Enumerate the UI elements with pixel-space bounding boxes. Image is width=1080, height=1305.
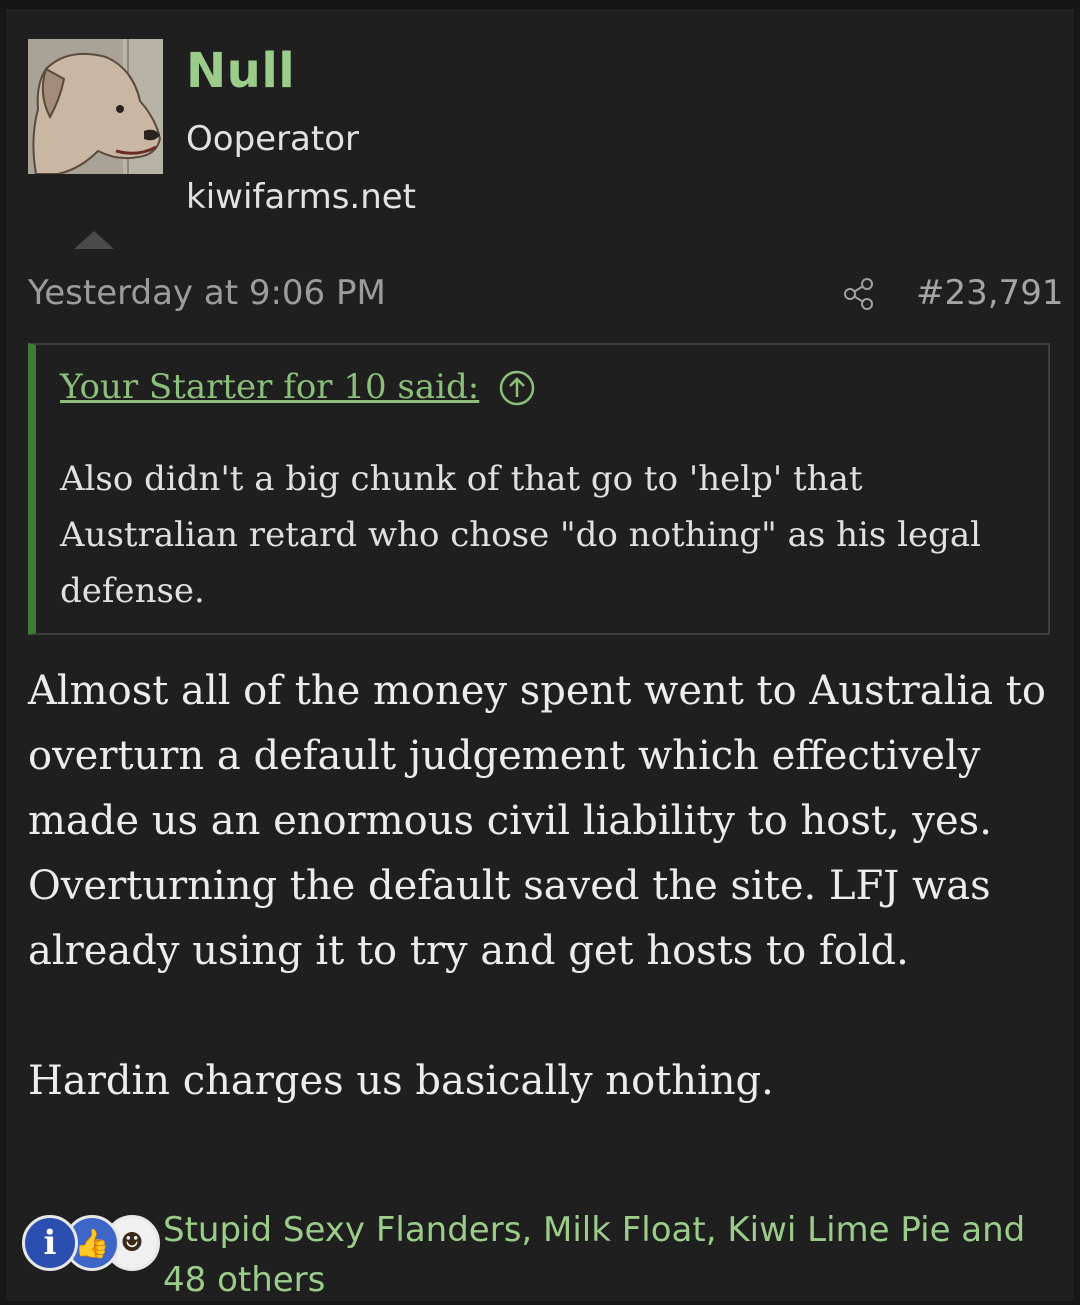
reaction-icons[interactable]: i 👍 ☻ <box>22 1215 162 1275</box>
reaction-summary-link[interactable]: Stupid Sexy Flanders, Milk Float, Kiwi L… <box>163 1205 1063 1305</box>
user-info-arrow-icon <box>74 231 114 249</box>
post-date[interactable]: Yesterday at 9:06 PM <box>28 273 386 313</box>
message-paragraph: Hardin charges us basically nothing. <box>28 1058 774 1104</box>
avatar[interactable] <box>28 39 163 174</box>
quote-text: Also didn't a big chunk of that go to 'h… <box>60 459 982 611</box>
username[interactable]: Null <box>186 43 295 99</box>
quote-block: Your Starter for 10 said: Also didn't a … <box>28 343 1050 635</box>
dog-avatar-image <box>28 39 163 174</box>
post-number[interactable]: #23,791 <box>916 273 1063 313</box>
informative-icon: i <box>22 1215 78 1271</box>
message-body: Almost all of the money spent went to Au… <box>28 659 1058 1114</box>
share-icon[interactable] <box>842 277 876 311</box>
user-title: Ooperator <box>186 119 359 159</box>
user-banner: kiwifarms.net <box>186 177 417 217</box>
message-paragraph: Almost all of the money spent went to Au… <box>28 668 1046 974</box>
quote-attribution-link[interactable]: Your Starter for 10 said: <box>60 367 479 407</box>
post-container: Null Ooperator kiwifarms.net Yesterday a… <box>6 10 1074 1301</box>
arrow-circle-up-icon[interactable] <box>498 369 536 407</box>
